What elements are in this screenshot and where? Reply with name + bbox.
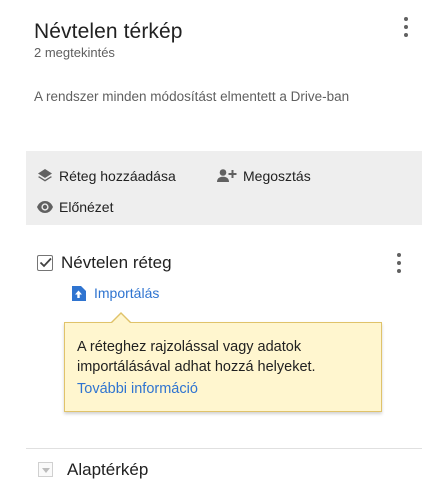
base-map-expand-button[interactable] xyxy=(38,462,53,477)
preview-label: Előnézet xyxy=(59,199,114,215)
save-status-text: A rendszer minden módosítást elmentett a… xyxy=(34,89,350,104)
eye-icon xyxy=(36,198,54,216)
tooltip-text: A réteghez rajzolással vagy adatok impor… xyxy=(77,339,316,375)
share-button[interactable]: Megosztás xyxy=(216,165,311,187)
layer-options-more-icon[interactable] xyxy=(391,250,407,276)
triangle-down-icon xyxy=(42,468,50,473)
layers-icon xyxy=(36,167,54,185)
map-legend-panel: Névtelen térkép 2 megtekintés A rendszer… xyxy=(0,0,422,480)
person-add-icon xyxy=(216,167,238,185)
upload-file-icon xyxy=(71,285,86,301)
import-hint-tooltip: A réteghez rajzolással vagy adatok impor… xyxy=(64,322,382,412)
share-label: Megosztás xyxy=(243,168,311,184)
import-label: Importálás xyxy=(94,285,160,301)
layer-visibility-checkbox[interactable] xyxy=(37,255,53,271)
base-map-label[interactable]: Alaptérkép xyxy=(67,460,148,480)
import-link[interactable]: Importálás xyxy=(71,285,159,301)
learn-more-link[interactable]: További információ xyxy=(77,381,198,397)
map-view-count: 2 megtekintés xyxy=(34,45,115,60)
map-options-more-icon[interactable] xyxy=(398,14,414,40)
tooltip-arrow-fill xyxy=(111,314,131,324)
add-layer-label: Réteg hozzáadása xyxy=(59,168,176,184)
section-divider xyxy=(26,448,422,449)
check-icon xyxy=(39,257,52,268)
layer-name[interactable]: Névtelen réteg xyxy=(61,253,172,273)
map-toolbar: Réteg hozzáadása Megosztás Előnézet xyxy=(26,151,422,225)
preview-button[interactable]: Előnézet xyxy=(36,196,113,218)
add-layer-button[interactable]: Réteg hozzáadása xyxy=(36,165,176,187)
map-title[interactable]: Névtelen térkép xyxy=(34,20,183,44)
